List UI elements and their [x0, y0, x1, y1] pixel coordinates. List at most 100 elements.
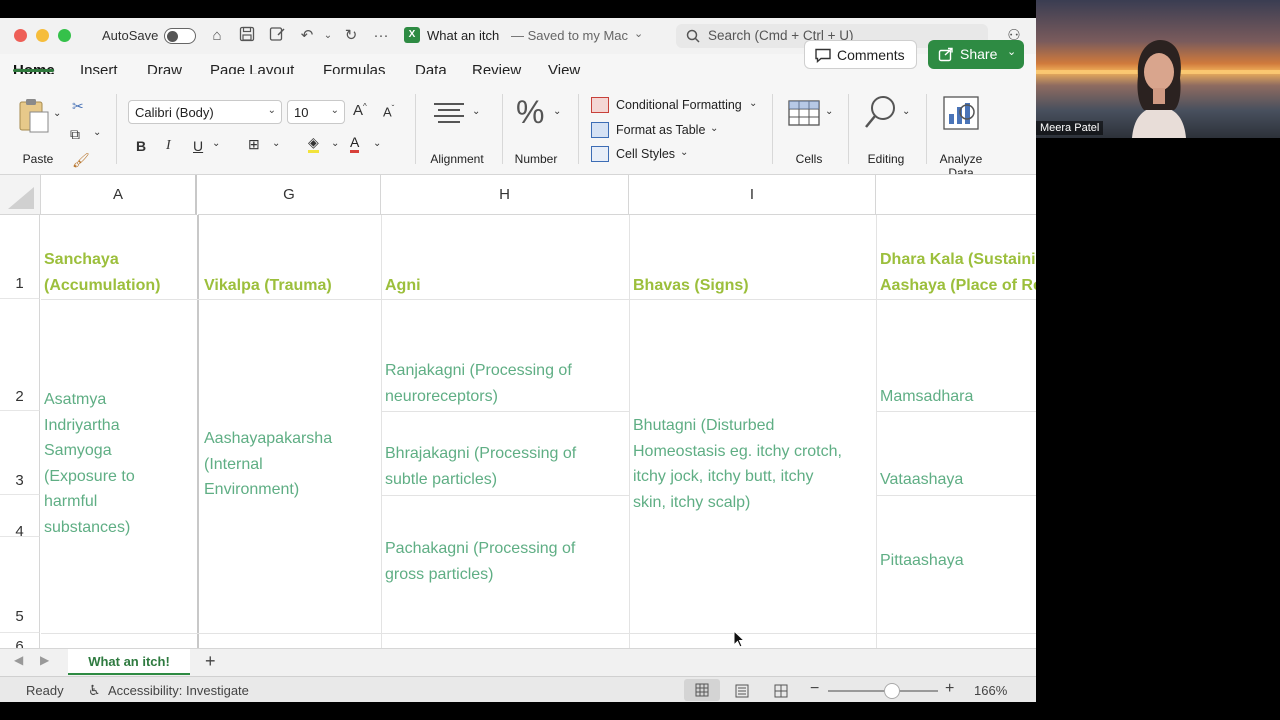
document-title[interactable]: What an itch	[427, 28, 499, 43]
zoom-level[interactable]: 166%	[974, 683, 1007, 698]
cell-h4[interactable]: Pachakagni (Processing of gross particle…	[385, 536, 575, 587]
zoom-window-button[interactable]	[58, 29, 71, 42]
cell-styles-chevron-down-icon[interactable]: ⌄	[680, 147, 688, 158]
normal-view-button[interactable]	[684, 679, 720, 701]
cell-j2[interactable]: Mamsadhara	[880, 384, 973, 410]
more-commands-icon[interactable]: ···	[371, 26, 391, 46]
cell-styles-icon[interactable]	[591, 146, 609, 162]
minimize-window-button[interactable]	[36, 29, 49, 42]
format-painter-brush-icon[interactable]: 🖌	[72, 152, 90, 169]
borders-icon[interactable]: ⊞	[248, 136, 260, 153]
percent-icon[interactable]: %	[516, 94, 544, 131]
row-header-6[interactable]: 6	[0, 633, 40, 649]
italic-button[interactable]: I	[166, 138, 171, 154]
editing-chevron-down-icon[interactable]: ⌄	[902, 106, 910, 117]
cells-label[interactable]: Cells	[786, 152, 832, 166]
editing-label[interactable]: Editing	[860, 152, 912, 166]
editing-search-icon[interactable]	[864, 94, 898, 130]
cut-scissors-icon[interactable]: ✂	[72, 98, 84, 115]
column-header-h[interactable]: H	[381, 175, 629, 215]
save-icon[interactable]	[237, 26, 257, 46]
save-as-icon[interactable]	[267, 26, 287, 46]
ribbon-divider	[926, 94, 927, 164]
autosave-toggle[interactable]	[164, 28, 196, 44]
select-all-corner[interactable]	[0, 175, 41, 215]
cells-icon[interactable]	[788, 100, 820, 126]
analyze-data-icon[interactable]	[943, 96, 979, 130]
cell-i1[interactable]: Bhavas (Signs)	[633, 273, 749, 299]
conditional-formatting-icon[interactable]	[591, 97, 609, 113]
format-as-table-button[interactable]: Format as Table	[616, 123, 705, 137]
cell-h2[interactable]: Ranjakagni (Processing of neuroreceptors…	[385, 358, 572, 409]
accessibility-status[interactable]: Accessibility: Investigate	[108, 683, 249, 698]
cell-g2[interactable]: Aashayapakarsha (Internal Environment)	[204, 426, 332, 503]
accessibility-person-icon[interactable]: ♿︎	[88, 682, 101, 699]
share-button[interactable]: Share ⌄	[928, 40, 1024, 69]
undo-icon[interactable]: ↶	[297, 26, 317, 46]
cell-h1[interactable]: Agni	[385, 273, 421, 299]
cell-a2[interactable]: Asatmya Indriyartha Samyoga (Exposure to…	[44, 387, 135, 540]
title-chevron-down-icon[interactable]: ⌄	[634, 27, 643, 40]
zoom-slider-thumb[interactable]	[884, 683, 900, 699]
row-header-2[interactable]: 2	[0, 299, 40, 411]
sheet-tab-active[interactable]: What an itch!	[68, 649, 190, 675]
close-window-button[interactable]	[14, 29, 27, 42]
format-as-table-icon[interactable]	[591, 122, 609, 138]
cell-j1[interactable]: Dhara Kala (Sustaini Aashaya (Place of R…	[880, 247, 1036, 298]
zoom-out-minus-icon[interactable]: −	[810, 680, 819, 698]
font-color-chevron-down-icon[interactable]: ⌄	[373, 138, 381, 149]
row-header-5[interactable]: 5	[0, 537, 40, 633]
paste-clipboard-icon[interactable]	[18, 98, 50, 134]
cell-styles-button[interactable]: Cell Styles	[616, 147, 675, 161]
paste-chevron-down-icon[interactable]: ⌄	[53, 108, 61, 119]
cell-j3[interactable]: Vataashaya	[880, 467, 963, 493]
alignment-icon[interactable]	[432, 100, 466, 128]
underline-button[interactable]: U	[193, 138, 203, 154]
copy-icon[interactable]: ⧉	[70, 126, 80, 143]
zoom-in-plus-icon[interactable]: +	[945, 680, 954, 698]
number-chevron-down-icon[interactable]: ⌄	[553, 106, 561, 117]
increase-font-size-icon[interactable]: A^	[353, 102, 367, 119]
fill-color-chevron-down-icon[interactable]: ⌄	[331, 138, 339, 149]
format-as-table-chevron-down-icon[interactable]: ⌄	[710, 123, 718, 134]
font-color-icon[interactable]: A	[350, 134, 360, 153]
column-header-i[interactable]: I	[629, 175, 876, 215]
cells-chevron-down-icon[interactable]: ⌄	[825, 106, 833, 117]
column-header-g[interactable]: G	[198, 175, 381, 215]
next-sheet-arrow-icon[interactable]: ▶	[40, 653, 49, 667]
bold-button[interactable]: B	[136, 138, 146, 154]
cell-i2[interactable]: Bhutagni (Disturbed Homeostasis eg. itch…	[633, 413, 842, 515]
paste-label[interactable]: Paste	[18, 152, 58, 166]
cell-g1[interactable]: Vikalpa (Trauma)	[204, 273, 332, 299]
column-header-j[interactable]	[876, 175, 1036, 215]
number-label[interactable]: Number	[508, 152, 564, 166]
comments-button[interactable]: Comments	[804, 40, 917, 69]
conditional-formatting-button[interactable]: Conditional Formatting	[616, 98, 742, 112]
page-break-view-icon[interactable]	[774, 684, 788, 698]
decrease-font-size-icon[interactable]: Aˇ	[383, 104, 394, 119]
redo-icon[interactable]: ↻	[341, 26, 361, 46]
zoom-slider-track[interactable]	[828, 690, 938, 692]
previous-sheet-arrow-icon[interactable]: ◀	[14, 653, 23, 667]
alignment-label[interactable]: Alignment	[424, 152, 490, 166]
page-layout-view-icon[interactable]	[735, 684, 749, 698]
row-header-3[interactable]: 3	[0, 411, 40, 495]
copy-chevron-down-icon[interactable]: ⌄	[93, 127, 101, 138]
row-header-4[interactable]: 4	[0, 495, 40, 540]
conditional-formatting-chevron-down-icon[interactable]: ⌄	[749, 98, 757, 109]
alignment-chevron-down-icon[interactable]: ⌄	[472, 106, 480, 117]
cell-h3[interactable]: Bhrajakagni (Processing of subtle partic…	[385, 441, 576, 492]
cell-j4[interactable]: Pittaashaya	[880, 548, 964, 574]
undo-dropdown-chevron-icon[interactable]: ⌄	[318, 26, 338, 46]
font-name-select[interactable]: Calibri (Body) ⌄	[128, 100, 282, 124]
fill-color-bucket-icon[interactable]: ◈	[308, 134, 319, 153]
cell-a1[interactable]: Sanchaya (Accumulation)	[44, 247, 160, 298]
font-size-select[interactable]: 10 ⌄	[287, 100, 345, 124]
row-header-1[interactable]: 1	[0, 215, 40, 299]
column-header-a[interactable]: A	[41, 175, 197, 215]
home-icon[interactable]: ⌂	[207, 26, 227, 46]
underline-chevron-down-icon[interactable]: ⌄	[212, 138, 220, 149]
add-sheet-plus-icon[interactable]: +	[205, 651, 216, 672]
borders-chevron-down-icon[interactable]: ⌄	[272, 138, 280, 149]
save-status[interactable]: — Saved to my Mac	[511, 28, 628, 43]
